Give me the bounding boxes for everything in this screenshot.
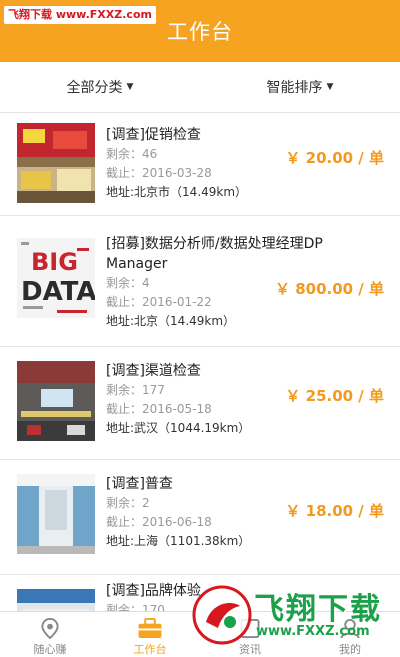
filter-bar: 全部分类 ▼ 智能排序 ▼ [0, 62, 400, 113]
task-info: [调查]品牌体验 剩余：170 [106, 581, 296, 611]
caret-down-icon: ▼ [126, 82, 134, 92]
task-list: [调查]促销检查 剩余：46 截止：2016-03-28 地址:北京市（14.4… [0, 113, 400, 611]
tab-earn[interactable]: 随心赚 [0, 612, 100, 657]
task-title: [调查]普查 [106, 476, 173, 492]
user-icon [340, 618, 360, 639]
task-deadline: 截止：2016-03-28 [106, 166, 212, 180]
tab-workbench[interactable]: 工作台 [100, 612, 200, 657]
tab-label: 我的 [339, 643, 361, 656]
task-price: ￥ 20.00 / 单 [285, 149, 384, 167]
page-title: 工作台 [167, 20, 233, 44]
task-title: [招募]数据分析师/数据处理经理DP Manager [106, 236, 323, 272]
task-info: [调查]普查 剩余：2 截止：2016-06-18 地址:上海（1101.38k… [106, 474, 296, 551]
sort-filter-label: 智能排序 [266, 80, 323, 96]
task-price: ￥ 800.00 / 单 [274, 280, 384, 298]
sort-filter-dropdown[interactable]: 智能排序 ▼ [200, 62, 400, 112]
task-item[interactable]: [调查]促销检查 剩余：46 截止：2016-03-28 地址:北京市（14.4… [0, 113, 400, 216]
task-price: ￥ 25.00 / 单 [285, 387, 384, 405]
task-info: [调查]渠道检查 剩余：177 截止：2016-05-18 地址:武汉（1044… [106, 361, 296, 438]
task-title: [调查]渠道检查 [106, 363, 201, 379]
task-deadline: 截止：2016-05-18 [106, 402, 212, 416]
task-address: 地址:北京市（14.49km） [106, 185, 248, 199]
tab-label: 随心赚 [33, 643, 67, 656]
task-item[interactable]: [调查]普查 剩余：2 截止：2016-06-18 地址:上海（1101.38k… [0, 460, 400, 575]
channel-store-image [17, 361, 95, 441]
task-address: 地址:上海（1101.38km） [106, 534, 251, 548]
big-data-image: BIG DATA [17, 238, 95, 318]
location-pin-icon [41, 618, 59, 639]
news-icon [240, 618, 260, 639]
task-address: 地址:北京（14.49km） [106, 314, 236, 328]
svg-text:DATA: DATA [21, 277, 95, 307]
task-remaining: 剩余：2 [106, 496, 150, 510]
task-remaining: 剩余：177 [106, 383, 165, 397]
promo-store-image [17, 123, 95, 203]
task-remaining: 剩余：46 [106, 147, 158, 161]
task-title: [调查]促销检查 [106, 127, 201, 143]
task-remaining: 剩余：170 [106, 603, 165, 611]
brand-store-image [17, 589, 95, 611]
briefcase-icon [138, 618, 162, 639]
supermarket-image [17, 474, 95, 554]
category-filter-dropdown[interactable]: 全部分类 ▼ [0, 62, 200, 112]
tab-profile[interactable]: 我的 [300, 612, 400, 657]
task-info: [调查]促销检查 剩余：46 截止：2016-03-28 地址:北京市（14.4… [106, 125, 296, 202]
watermark-badge: 飞翔下载 www.FXXZ.com [4, 6, 156, 24]
caret-down-icon: ▼ [326, 82, 334, 92]
tab-news[interactable]: 资讯 [200, 612, 300, 657]
tab-label: 工作台 [133, 643, 167, 656]
task-item[interactable]: [调查]品牌体验 剩余：170 [0, 575, 400, 611]
bottom-tab-bar: 随心赚 工作台 资讯 我的 [0, 611, 400, 657]
tab-label: 资讯 [239, 643, 261, 656]
category-filter-label: 全部分类 [66, 80, 123, 96]
task-item[interactable]: BIG DATA [招募]数据分析师/数据处理经理DP Manager 剩余：4… [0, 216, 400, 347]
task-item[interactable]: [调查]渠道检查 剩余：177 截止：2016-05-18 地址:武汉（1044… [0, 347, 400, 460]
task-address: 地址:武汉（1044.19km） [106, 421, 251, 435]
svg-text:BIG: BIG [31, 248, 78, 276]
task-deadline: 截止：2016-06-18 [106, 515, 212, 529]
task-price: ￥ 18.00 / 单 [285, 502, 384, 520]
task-title: [调查]品牌体验 [106, 583, 201, 599]
